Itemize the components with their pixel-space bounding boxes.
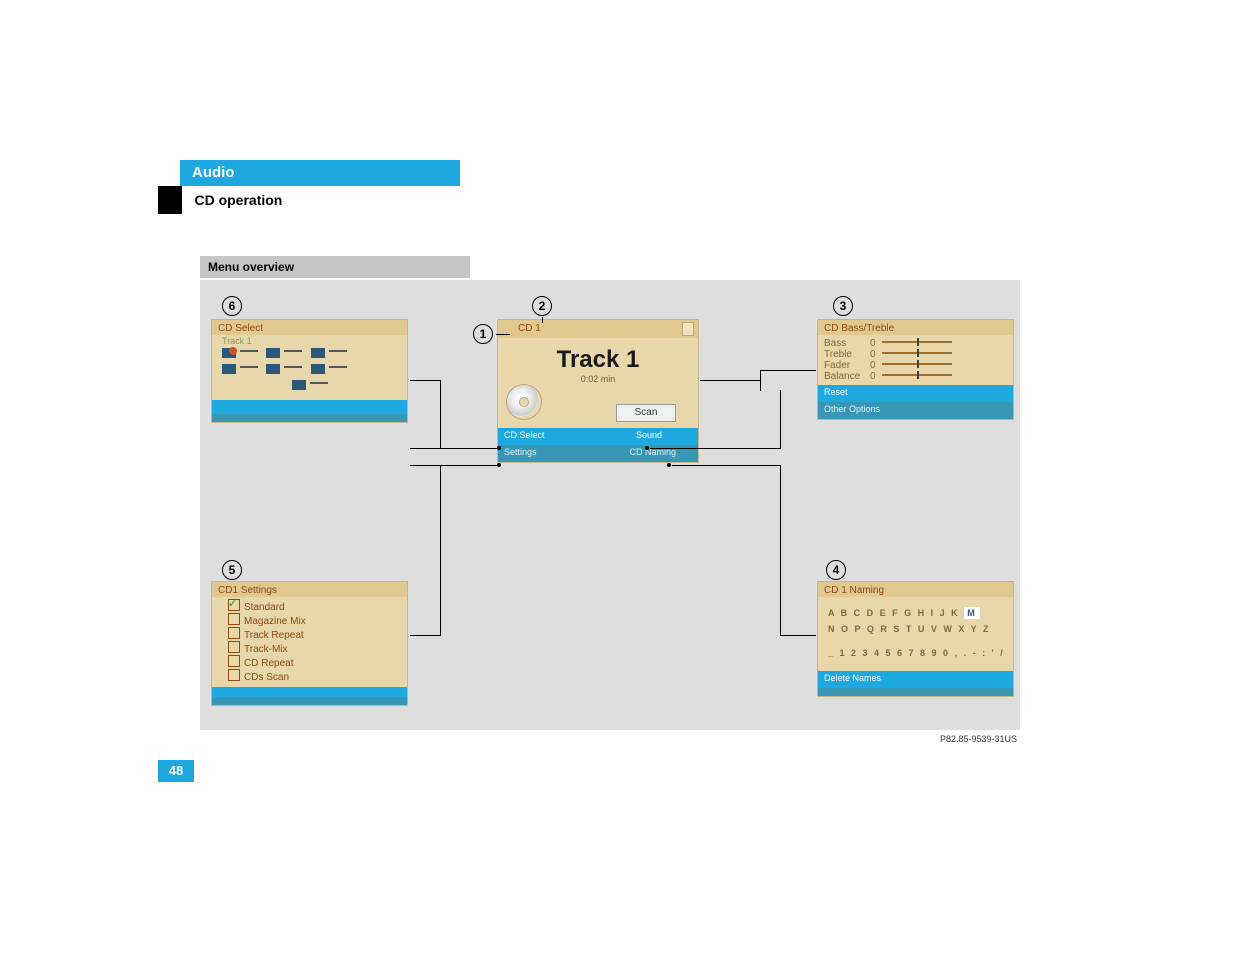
reset-button[interactable]: Reset	[818, 385, 1013, 402]
row-fader[interactable]: Fader0	[824, 360, 1007, 371]
menu-settings[interactable]: Settings	[504, 447, 537, 460]
menu-cd-select[interactable]: CD Select	[504, 430, 545, 443]
panel-settings: CD1 Settings Standard Magazine Mix Track…	[212, 582, 407, 705]
bullet-icon	[667, 463, 671, 467]
panel-main-body: Track 1 0:02 min Scan	[498, 338, 698, 428]
cd-grid-row3[interactable]	[222, 380, 397, 396]
connector-line	[542, 317, 543, 323]
bullet-icon	[497, 463, 501, 467]
setting-track-repeat[interactable]: Track Repeat	[228, 627, 401, 641]
cd-slot-6-icon	[311, 364, 325, 374]
figure-reference: P82.85-9539-31US	[940, 734, 1017, 744]
menu-sound[interactable]: Sound	[636, 430, 662, 443]
callout-4: 4	[826, 560, 846, 580]
page-number: 48	[158, 760, 194, 782]
scan-button[interactable]: Scan	[616, 404, 676, 422]
section-header: CD operation	[158, 186, 658, 214]
cd-grid-row2[interactable]	[222, 364, 397, 380]
panel-bass-treble: CD Bass/Treble Bass0 Treble0 Fader0 Bala…	[818, 320, 1013, 419]
cd-title: CD 1	[518, 323, 541, 334]
connector-line	[410, 448, 498, 449]
callout-3: 3	[833, 296, 853, 316]
panel6-title: CD Select	[212, 320, 407, 335]
setting-magazine-mix[interactable]: Magazine Mix	[228, 613, 401, 627]
panel5-footer2	[212, 697, 407, 705]
cd-slot-3-icon	[311, 348, 325, 358]
panel6-body: Track 1	[212, 335, 407, 400]
panel-cd-naming: CD 1 Naming A B C D E F G H I J K M N O …	[818, 582, 1013, 696]
bullet-icon	[497, 446, 501, 450]
panel3-title: CD Bass/Treble	[818, 320, 1013, 335]
section-title-text: CD operation	[186, 186, 282, 214]
note-icon	[682, 322, 694, 336]
row-treble[interactable]: Treble0	[824, 349, 1007, 360]
connector-line	[672, 465, 780, 466]
panel-main-header: CD 1	[498, 320, 698, 338]
cd-slot-7-icon	[292, 380, 306, 390]
keyboard-highlight: M	[964, 607, 980, 619]
setting-standard[interactable]: Standard	[228, 599, 401, 613]
panel3-body: Bass0 Treble0 Fader0 Balance0	[818, 335, 1013, 385]
cd-slot-4-icon	[222, 364, 236, 374]
delete-names[interactable]: Delete Names	[818, 671, 1013, 688]
panel5-title: CD1 Settings	[212, 582, 407, 597]
other-options[interactable]: Other Options	[818, 402, 1013, 419]
callout-5: 5	[222, 560, 242, 580]
callout-1: 1	[473, 324, 493, 344]
connector-line	[700, 380, 760, 381]
callout-6: 6	[222, 296, 242, 316]
connector-line	[780, 465, 781, 635]
connector-line	[440, 380, 441, 449]
row-bass[interactable]: Bass0	[824, 338, 1007, 349]
cd-grid-row1[interactable]	[222, 348, 397, 364]
track-name: Track 1	[504, 346, 692, 374]
connector-line	[780, 635, 816, 636]
row-balance[interactable]: Balance0	[824, 371, 1007, 382]
panel4-title: CD 1 Naming	[818, 582, 1013, 597]
panel6-sub: Track 1	[222, 336, 397, 346]
disc-icon	[506, 384, 542, 420]
chapter-tab: Audio	[180, 160, 460, 186]
connector-line	[650, 448, 780, 449]
panel-main-cd: CD 1 Track 1 0:02 min Scan CD Select Sou…	[498, 320, 698, 462]
connector-line	[496, 334, 510, 335]
connector-line	[410, 635, 441, 636]
setting-track-mix[interactable]: Track-Mix	[228, 641, 401, 655]
connector-line	[410, 380, 440, 381]
cd-slot-1-icon	[222, 348, 236, 358]
connector-line	[780, 390, 781, 449]
panel6-footer1	[212, 400, 407, 414]
connector-line	[440, 465, 441, 635]
keyboard-grid[interactable]: A B C D E F G H I J K M N O P Q R S T U …	[818, 597, 1013, 671]
panel5-footer1	[212, 687, 407, 697]
setting-cd-repeat[interactable]: CD Repeat	[228, 655, 401, 669]
cd-slot-5-icon	[266, 364, 280, 374]
panel-main-footer1: CD Select Sound	[498, 428, 698, 445]
setting-cds-scan[interactable]: CDs Scan	[228, 669, 401, 683]
connector-line	[760, 370, 816, 371]
panel4-footer-spacer	[818, 688, 1013, 696]
track-time: 0:02 min	[504, 374, 692, 384]
section-marker	[158, 186, 182, 214]
cd-slot-2-icon	[266, 348, 280, 358]
settings-list: Standard Magazine Mix Track Repeat Track…	[212, 597, 407, 687]
connector-line	[760, 370, 761, 391]
callout-2: 2	[532, 296, 552, 316]
bullet-icon	[645, 446, 649, 450]
panel-cd-select: CD Select Track 1	[212, 320, 407, 422]
connector-line	[410, 465, 498, 466]
panel6-footer2	[212, 414, 407, 422]
figure-title: Menu overview	[200, 256, 470, 278]
